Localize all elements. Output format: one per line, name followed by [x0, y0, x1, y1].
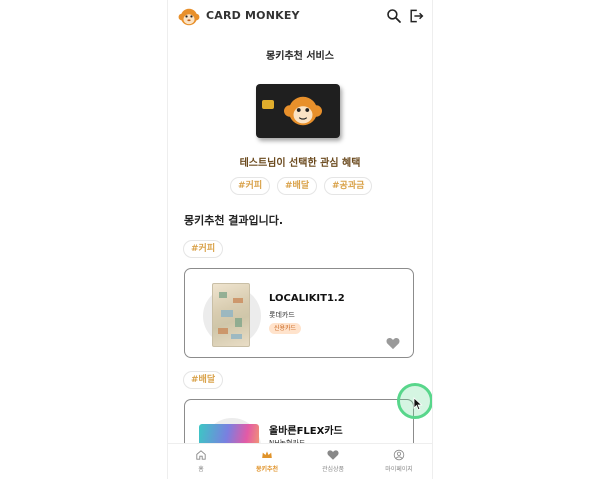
mouse-pointer-icon [413, 397, 423, 411]
card-company: 롯데카드 [269, 311, 295, 319]
interest-title: 테스트님이 선택한 관심 혜택 [239, 158, 361, 169]
result-card-localikit[interactable]: LOCALIKIT1.2 롯데카드 신용카드 [184, 268, 414, 358]
result-category-tag: #커피 [183, 240, 224, 258]
monkey-card-image [256, 84, 340, 138]
interest-tag-delivery[interactable]: #배달 [277, 177, 318, 195]
nav-label: 관심상품 [321, 466, 345, 473]
nav-label: 홈 [198, 466, 204, 473]
card-type-badge: 신용카드 [269, 323, 302, 334]
card-name: LOCALIKIT1.2 [269, 293, 345, 304]
interest-tag-coffee[interactable]: #커피 [230, 177, 271, 195]
results-title: 몽키추천 결과입니다. [184, 214, 284, 227]
result-category-tag: #배달 [183, 371, 224, 389]
localikit-card-image [212, 283, 250, 347]
service-title: 몽키추천 서비스 [266, 51, 334, 62]
app-frame: CARD MONKEY 몽키추천 서비스 테스트님이 선택한 관심 혜택 #커피… [168, 0, 432, 479]
heart-icon [327, 450, 339, 460]
nav-item-home[interactable]: 홈 [168, 444, 234, 479]
monkey-logo-icon[interactable] [178, 6, 200, 28]
brand-name[interactable]: CARD MONKEY [206, 9, 300, 22]
top-bar: CARD MONKEY [168, 0, 432, 34]
user-icon [393, 449, 405, 461]
nav-item-favorites[interactable]: 관심상품 [300, 444, 366, 479]
nav-item-recommend[interactable]: 몽키추천 [234, 444, 300, 479]
bottom-nav: 홈 몽키추천 관심상품 마이페이지 [168, 443, 432, 479]
card-chip [262, 100, 274, 109]
logout-icon[interactable] [408, 8, 424, 24]
monkey-face-icon [284, 96, 322, 126]
crown-icon [262, 451, 272, 458]
search-icon[interactable] [386, 8, 402, 24]
nav-item-mypage[interactable]: 마이페이지 [366, 444, 432, 479]
interest-tag-utility[interactable]: #공과금 [324, 177, 373, 195]
nav-label: 몽키추천 [255, 466, 279, 473]
nav-label: 마이페이지 [385, 466, 413, 473]
home-icon [196, 450, 206, 460]
heart-icon[interactable] [386, 337, 400, 350]
card-name: 올바른FLEX카드 [269, 426, 343, 437]
